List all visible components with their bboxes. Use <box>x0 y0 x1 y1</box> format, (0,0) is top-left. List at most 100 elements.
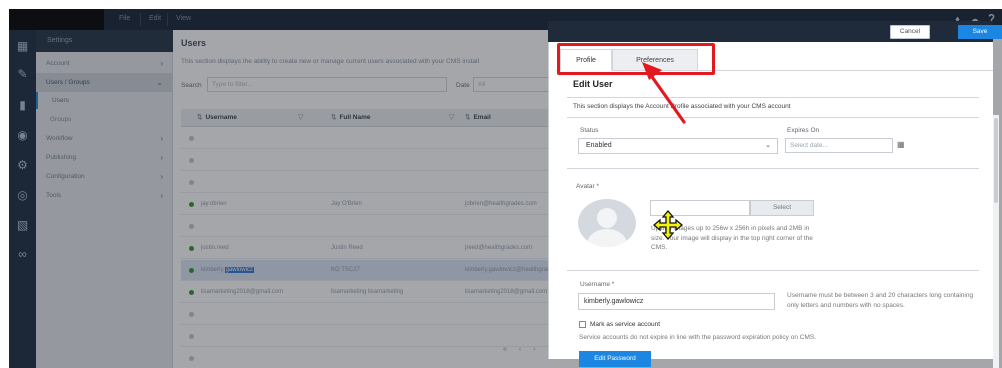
cell-username: jay.obrien <box>201 201 227 207</box>
status-dot <box>189 136 194 141</box>
table-row[interactable] <box>181 326 581 347</box>
menu-separator <box>140 13 141 26</box>
nav-item-tools[interactable]: Tools › <box>36 186 173 205</box>
divider <box>567 117 979 118</box>
nav-item-configuration[interactable]: Configuration › <box>36 167 173 186</box>
edit-icon[interactable]: ✎ <box>14 66 31 83</box>
status-dot <box>189 312 194 317</box>
search-label: Search <box>181 82 202 89</box>
infinity-icon[interactable]: ∞ <box>14 246 31 263</box>
settings-icon[interactable]: ⚙ <box>14 157 31 174</box>
service-account-help: Service accounts do not expire in line w… <box>579 334 817 341</box>
table-row[interactable]: lisamarketing2018@gmail.com lisamarketing… <box>181 282 581 303</box>
users-table-header: ⇅ Username ▽ ⇅ Full Name ▽ ⇅ Email <box>181 109 581 127</box>
icon-rail: ▦ ✎ ▮ ◉ ⚙ ◎ ▧ ∞ <box>9 30 36 368</box>
menu-separator <box>167 13 168 26</box>
chevron-right-icon: › <box>160 59 163 68</box>
grid-icon[interactable]: ▧ <box>14 217 31 234</box>
table-row[interactable] <box>181 172 581 193</box>
cell-username: justin.reed <box>201 245 229 251</box>
sort-icon: ⇅ <box>465 114 471 121</box>
chevron-right-icon: › <box>160 191 163 200</box>
filter-icon[interactable]: ▽ <box>298 114 305 121</box>
column-full-name[interactable]: ⇅ Full Name <box>331 109 371 127</box>
screenshot-root: File Edit View ♦ ☁ ❔ ▦ ✎ ▮ ◉ ⚙ ◎ ▧ ∞ Set… <box>0 0 1002 368</box>
web-icon[interactable]: ◎ <box>14 187 31 204</box>
nav-item-label: Account <box>46 60 70 67</box>
nav-item-publishing[interactable]: Publishing › <box>36 148 173 167</box>
menu-file[interactable]: File <box>119 15 130 22</box>
nav-sub-groups[interactable]: Groups <box>36 111 173 128</box>
status-dot <box>189 158 194 163</box>
username-input[interactable]: kimberly.gawlowicz <box>578 293 775 310</box>
nav-item-label: Users / Groups <box>46 79 90 86</box>
username-prefix: kimberly. <box>201 267 225 273</box>
table-row[interactable]: kimberly.gawlowicz KG TSC27 kimberly.gawlo… <box>181 260 581 281</box>
page-title: Users <box>181 38 207 48</box>
panel-title: Edit User <box>573 79 613 89</box>
avatar-label: Avatar * <box>576 183 600 190</box>
redacted-logo-block <box>9 9 104 30</box>
cell-full-name: Jay O'Brien <box>331 201 362 207</box>
table-row[interactable] <box>181 150 581 171</box>
status-label: Status <box>580 127 599 134</box>
divider <box>567 270 979 271</box>
annotation-arrow <box>642 62 686 124</box>
status-dot <box>189 202 194 207</box>
save-button[interactable]: Save <box>958 25 1002 39</box>
cancel-button[interactable]: Cancel <box>890 25 930 39</box>
filter-icon[interactable]: ▽ <box>449 114 456 121</box>
nav-item-label: Publishing <box>46 154 76 161</box>
status-dot <box>189 356 194 361</box>
nav-item-workflow[interactable]: Workflow › <box>36 129 173 148</box>
cell-full-name: KG TSC27 <box>331 267 360 273</box>
cell-username: lisamarketing2018@gmail.com <box>201 289 284 295</box>
table-row[interactable] <box>181 216 581 237</box>
table-row[interactable]: justin.reed Justin Reed jreed@healthgrades… <box>181 238 581 259</box>
nav-item-account[interactable]: Account › <box>36 54 173 73</box>
avatar-head-shape <box>597 208 617 228</box>
avatar-body-shape <box>587 229 627 247</box>
nav-item-label: Configuration <box>46 173 85 180</box>
status-dot <box>189 334 194 339</box>
status-select[interactable]: Enabled ⌄ <box>578 138 778 154</box>
nav-item-users-groups[interactable]: Users / Groups ⌄ <box>36 73 173 92</box>
chevron-right-icon: › <box>160 172 163 181</box>
sort-icon: ⇅ <box>197 114 203 121</box>
status-dot <box>189 246 194 251</box>
avatar-select-button[interactable]: Select <box>750 200 814 216</box>
chevron-down-icon: ⌄ <box>156 78 163 87</box>
globe-icon[interactable]: ◉ <box>14 127 31 144</box>
column-label: Username <box>205 114 237 121</box>
chevron-right-icon: › <box>160 134 163 143</box>
status-dot <box>189 290 194 295</box>
date-filter-label: Date <box>456 82 470 89</box>
menu-edit[interactable]: Edit <box>149 15 161 22</box>
search-input[interactable]: Type to filter... <box>207 77 447 92</box>
analytics-icon[interactable]: ▮ <box>14 97 31 114</box>
column-label: Full Name <box>339 114 371 121</box>
service-account-checkbox[interactable] <box>579 321 586 328</box>
status-value: Enabled <box>586 142 612 149</box>
cell-username: kimberly.gawlowicz <box>201 260 321 281</box>
column-email[interactable]: ⇅ Email <box>465 109 491 127</box>
divider <box>567 97 979 98</box>
panel-scrollbar-thumb[interactable] <box>994 118 998 203</box>
nav-item-label: Workflow <box>46 135 73 142</box>
column-username[interactable]: ⇅ Username <box>197 109 237 127</box>
calendar-icon[interactable]: ▦ <box>897 140 907 150</box>
table-row[interactable] <box>181 304 581 325</box>
status-dot <box>189 180 194 185</box>
table-row[interactable] <box>181 128 581 149</box>
chevron-down-icon: ⌄ <box>765 142 771 149</box>
username-label: Username * <box>580 281 615 288</box>
menu-view[interactable]: View <box>176 15 191 22</box>
table-row[interactable]: jay.obrien Jay O'Brien jobrien@healthgrade… <box>181 194 581 215</box>
dashboard-icon[interactable]: ▦ <box>14 38 31 55</box>
nav-sub-users[interactable]: Users <box>36 92 173 109</box>
move-cursor-icon <box>653 210 683 240</box>
edit-password-button[interactable]: Edit Password <box>579 351 651 367</box>
settings-nav: Settings Account › Users / Groups ⌄ User… <box>36 30 173 368</box>
expires-date-input[interactable]: Select date... <box>785 138 893 153</box>
cell-full-name: Justin Reed <box>331 245 363 251</box>
